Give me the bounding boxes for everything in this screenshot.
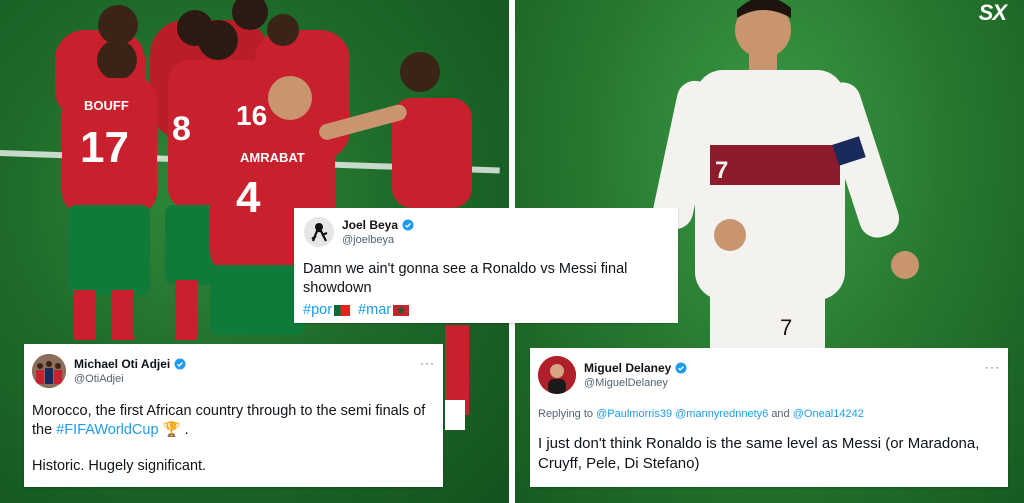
- author-name[interactable]: Michael Oti Adjei: [74, 357, 170, 371]
- hashtag-mar[interactable]: #mar: [358, 302, 391, 318]
- reply-mention-1[interactable]: @Paulmorris39: [596, 408, 672, 420]
- author-name[interactable]: Miguel Delaney: [584, 361, 671, 375]
- tweet-text: Damn we ain't gonna see a Ronaldo vs Mes…: [303, 261, 628, 296]
- verified-badge-icon: [402, 219, 414, 231]
- avatar-portrait-icon: [538, 356, 576, 394]
- tweet-header: Miguel Delaney @MiguelDelaney: [530, 348, 1008, 394]
- reply-and: and: [771, 408, 790, 420]
- tweet-text-block: Damn we ain't gonna see a Ronaldo vs Mes…: [303, 260, 673, 321]
- player-17: [62, 40, 157, 340]
- jersey-number: 4: [236, 173, 261, 222]
- hashtag-fifaworldcup[interactable]: #FIFAWorldCup: [56, 422, 158, 438]
- jersey-name: BOUFF: [84, 98, 129, 113]
- jersey-number: 7: [715, 157, 728, 184]
- jersey-name: AMRABAT: [240, 150, 305, 165]
- more-options-icon[interactable]: ···: [985, 360, 1000, 374]
- reply-mention-2[interactable]: @mannyrednnety6: [675, 408, 768, 420]
- morocco-flag-icon: [393, 302, 410, 321]
- avatar[interactable]: [32, 354, 66, 388]
- author-name-row: Miguel Delaney: [584, 361, 687, 375]
- verified-badge-icon: [174, 358, 186, 370]
- tweet-header: Michael Oti Adjei @OtiAdjei: [24, 344, 443, 388]
- author-handle[interactable]: @OtiAdjei: [74, 373, 186, 385]
- ronaldo-figure: [653, 0, 919, 350]
- author-block: Miguel Delaney @MiguelDelaney: [584, 361, 687, 389]
- avatar[interactable]: [538, 356, 576, 394]
- tweet-card-miguel[interactable]: Miguel Delaney @MiguelDelaney ··· Replyi…: [530, 348, 1008, 487]
- tweet-card-joel[interactable]: Joel Beya @joelbeya Damn we ain't gonna …: [294, 208, 678, 323]
- shorts-number: 7: [780, 315, 792, 340]
- author-handle[interactable]: @MiguelDelaney: [584, 377, 687, 389]
- avatar[interactable]: [304, 217, 334, 247]
- replying-to-line: Replying to @Paulmorris39 @mannyrednnety…: [538, 408, 864, 420]
- tweet-card-michael[interactable]: Michael Oti Adjei @OtiAdjei ··· Morocco,…: [24, 344, 443, 487]
- author-name-row: Joel Beya: [342, 218, 414, 232]
- more-options-icon[interactable]: ···: [420, 356, 435, 370]
- tweet-text-line1: Morocco, the first African country throu…: [32, 402, 437, 440]
- author-handle[interactable]: @joelbeya: [342, 234, 414, 246]
- author-block: Joel Beya @joelbeya: [342, 218, 414, 246]
- avatar-figure-icon: [311, 223, 328, 242]
- reply-mention-3[interactable]: @Oneal14242: [793, 408, 864, 420]
- jersey-number: 17: [80, 123, 129, 172]
- tweet-text-block: Morocco, the first African country throu…: [32, 402, 437, 476]
- jersey-number: 8: [172, 110, 191, 148]
- tweet-header: Joel Beya @joelbeya: [294, 208, 678, 247]
- verified-badge-icon: [675, 362, 687, 374]
- jersey-number: 16: [236, 100, 267, 131]
- trophy-emoji: 🏆 .: [162, 422, 189, 438]
- tweet-text-line2: Historic. Hugely significant.: [32, 458, 207, 474]
- author-name[interactable]: Joel Beya: [342, 218, 398, 232]
- tweet-text: I just don't think Ronaldo is the same l…: [538, 435, 980, 472]
- avatar-group-photo-icon: [32, 354, 66, 388]
- replying-to-label: Replying to: [538, 408, 594, 420]
- author-name-row: Michael Oti Adjei: [74, 357, 186, 371]
- author-block: Michael Oti Adjei @OtiAdjei: [74, 357, 186, 385]
- hashtag-row: #por #mar: [303, 301, 673, 321]
- hashtag-por[interactable]: #por: [303, 302, 332, 318]
- portugal-flag-icon: [334, 304, 351, 316]
